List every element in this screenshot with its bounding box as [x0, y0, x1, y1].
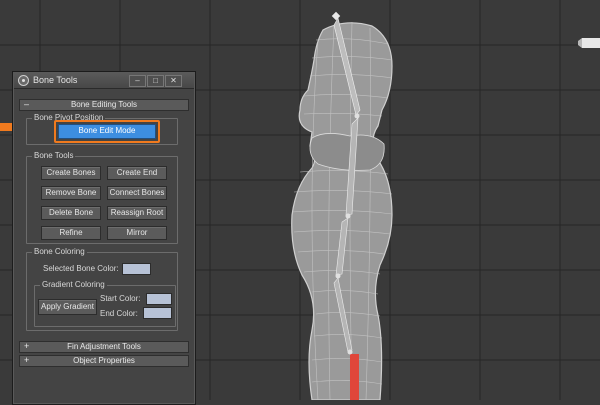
- maximize-button[interactable]: □: [147, 75, 164, 87]
- bone-tools-window: Bone Tools – □ ✕ – Bone Editing Tools Bo…: [12, 71, 196, 405]
- refine-button[interactable]: Refine: [41, 226, 101, 240]
- viewcube-icon[interactable]: [578, 36, 600, 48]
- group-title: Gradient Coloring: [40, 280, 107, 289]
- window-titlebar[interactable]: Bone Tools – □ ✕: [14, 73, 194, 89]
- start-color-label: Start Color:: [100, 294, 141, 303]
- selected-bone-color-label: Selected Bone Color:: [43, 264, 119, 273]
- remove-bone-button[interactable]: Remove Bone: [41, 186, 101, 200]
- close-button[interactable]: ✕: [165, 75, 182, 87]
- bone-edit-mode-button[interactable]: Bone Edit Mode: [58, 124, 156, 139]
- 3dsmax-logo-icon: [18, 75, 29, 86]
- rollout-bone-editing-tools[interactable]: – Bone Editing Tools: [19, 99, 189, 111]
- rollout-label: Object Properties: [73, 356, 135, 365]
- character-mesh[interactable]: [291, 21, 393, 400]
- create-end-button[interactable]: Create End: [107, 166, 167, 180]
- selected-bone[interactable]: [350, 354, 359, 400]
- apply-gradient-button[interactable]: Apply Gradient: [38, 299, 97, 315]
- rollout-label: Bone Editing Tools: [70, 100, 138, 109]
- reassign-root-button[interactable]: Reassign Root: [107, 206, 167, 220]
- rollout-object-properties[interactable]: + Object Properties: [19, 355, 189, 367]
- window-title: Bone Tools: [33, 75, 78, 85]
- connect-bones-button[interactable]: Connect Bones: [107, 186, 167, 200]
- rollout-fin-adjustment-tools[interactable]: + Fin Adjustment Tools: [19, 341, 189, 353]
- create-bones-button[interactable]: Create Bones: [41, 166, 101, 180]
- end-color-label: End Color:: [100, 309, 138, 318]
- start-color-swatch[interactable]: [146, 293, 172, 305]
- delete-bone-button[interactable]: Delete Bone: [41, 206, 101, 220]
- mirror-button[interactable]: Mirror: [107, 226, 167, 240]
- group-title: Bone Tools: [32, 151, 76, 160]
- minimize-button[interactable]: –: [129, 75, 146, 87]
- selected-bone-color-swatch[interactable]: [122, 263, 151, 275]
- group-title: Bone Coloring: [32, 247, 87, 256]
- end-color-swatch[interactable]: [143, 307, 172, 319]
- rollout-label: Fin Adjustment Tools: [67, 342, 141, 351]
